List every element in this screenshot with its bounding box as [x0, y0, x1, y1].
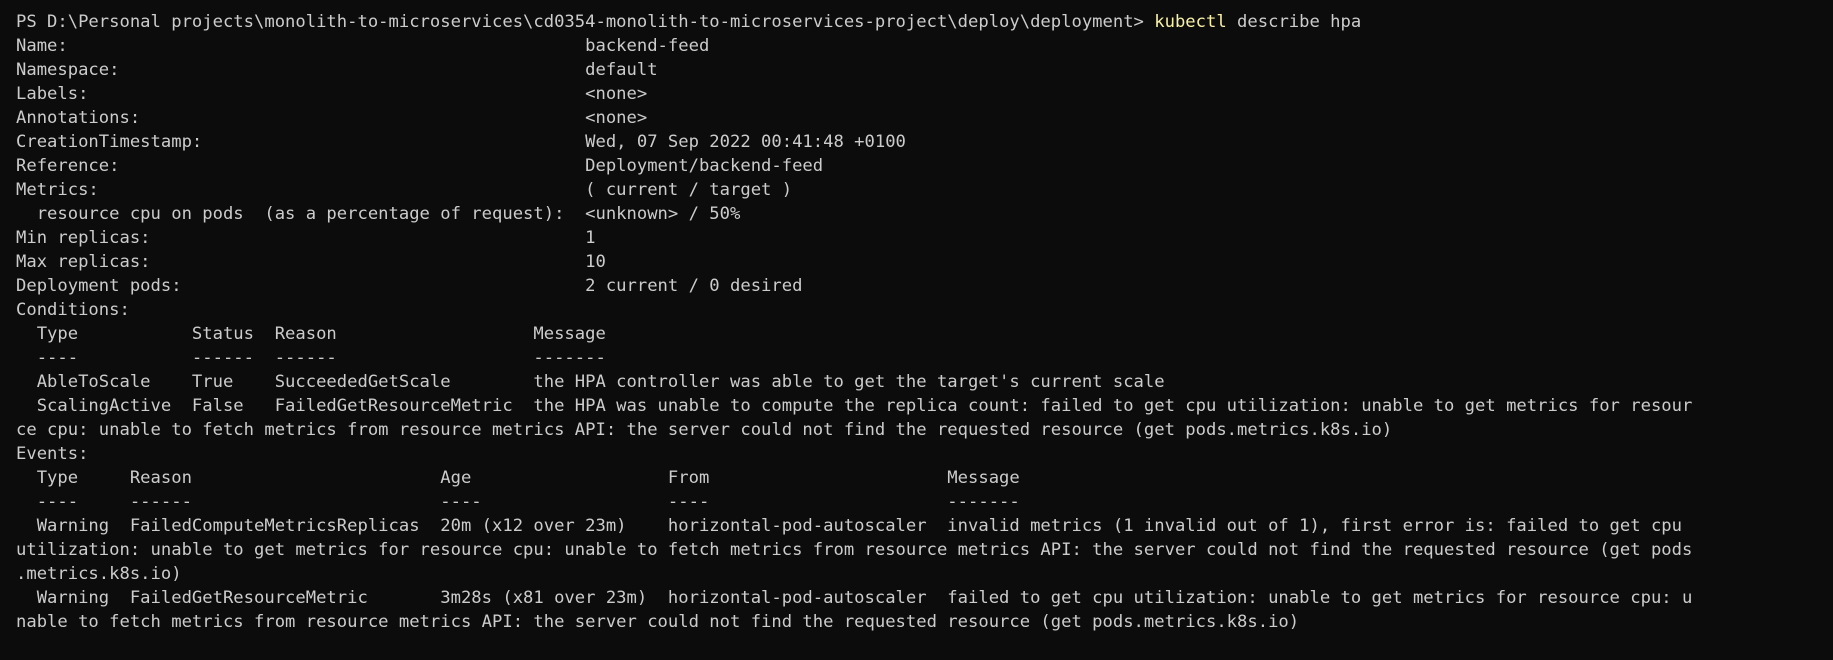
output-line: Conditions: [16, 300, 130, 320]
output-line: Reference: Deployment/backend-feed [16, 156, 824, 176]
output-line: CreationTimestamp: Wed, 07 Sep 2022 00:4… [16, 132, 906, 152]
output-line: Deployment pods: 2 current / 0 desired [16, 276, 803, 296]
command-args: describe hpa [1226, 12, 1362, 32]
prompt-path: PS D:\Personal projects\monolith-to-micr… [16, 12, 1155, 32]
output-line: Warning FailedGetResourceMetric 3m28s (x… [16, 588, 1693, 608]
output-line: AbleToScale True SucceededGetScale the H… [16, 372, 1165, 392]
output-line: Min replicas: 1 [16, 228, 596, 248]
output-line: Events: [16, 444, 89, 464]
output-line: utilization: unable to get metrics for r… [16, 540, 1693, 560]
output-line: Type Reason Age From Message [16, 468, 1020, 488]
output-line: ScalingActive False FailedGetResourceMet… [16, 396, 1693, 416]
output-line: Namespace: default [16, 60, 658, 80]
command-name: kubectl [1154, 12, 1227, 32]
output-line: Labels: <none> [16, 84, 648, 104]
output-line: ---- ------ ------ ------- [16, 348, 606, 368]
output-line: .metrics.k8s.io) [16, 564, 182, 584]
output-line: Warning FailedComputeMetricsReplicas 20m… [16, 516, 1682, 536]
output-line: Max replicas: 10 [16, 252, 606, 272]
output-line: ce cpu: unable to fetch metrics from res… [16, 420, 1393, 440]
output-line: Type Status Reason Message [16, 324, 606, 344]
prompt-line: PS D:\Personal projects\monolith-to-micr… [16, 10, 1833, 34]
output-line: ---- ------ ---- ---- ------- [16, 492, 1020, 512]
output-line: Metrics: ( current / target ) [16, 180, 793, 200]
output-line: resource cpu on pods (as a percentage of… [16, 204, 741, 224]
output-line: Name: backend-feed [16, 36, 710, 56]
output-line: nable to fetch metrics from resource met… [16, 612, 1300, 632]
terminal-window[interactable]: PS D:\Personal projects\monolith-to-micr… [0, 0, 1833, 660]
output-line: Annotations: <none> [16, 108, 648, 128]
